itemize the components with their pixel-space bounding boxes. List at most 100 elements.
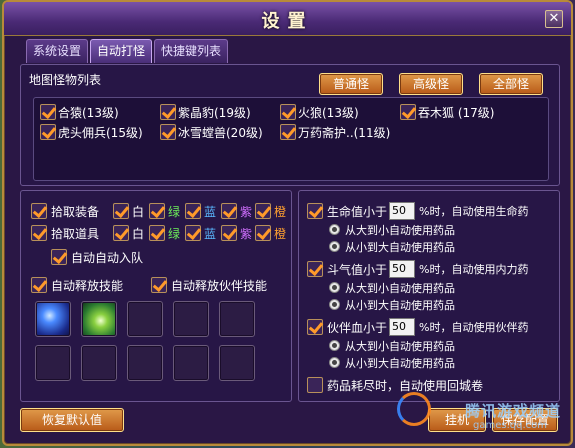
monster-checkbox[interactable] — [160, 104, 176, 120]
title-bar: 设置 ✕ — [4, 2, 571, 36]
close-button[interactable]: ✕ — [545, 10, 563, 28]
quality-green-label: 绿 — [168, 205, 181, 219]
watermark-url: games.qq.com — [473, 420, 547, 431]
skill-slot-nature-icon[interactable] — [81, 301, 117, 337]
partner-order-desc-label: 从大到小自动使用药品 — [345, 340, 455, 353]
return-city-label: 药品耗尽时，自动使用回城卷 — [327, 379, 484, 393]
hp-order-asc-label: 从小到大自动使用药品 — [345, 241, 455, 254]
monster-checkbox[interactable] — [400, 104, 416, 120]
equip-green-checkbox[interactable] — [149, 203, 165, 219]
pickup-item-checkbox[interactable] — [31, 225, 47, 241]
pickup-panel: 拾取装备 白 绿 蓝 紫 橙 拾取道具 白 绿 蓝 紫 橙 自动自动入队 自动释… — [20, 190, 292, 402]
item-orange-checkbox[interactable] — [255, 225, 271, 241]
skill-slot-empty[interactable] — [173, 301, 209, 337]
monster-checkbox[interactable] — [280, 104, 296, 120]
monster-checkbox[interactable] — [280, 124, 296, 140]
mp-order-asc-radio[interactable] — [329, 299, 340, 310]
partner-order-asc-label: 从小到大自动使用药品 — [345, 357, 455, 370]
pickup-equip-label: 拾取装备 — [51, 205, 100, 219]
equip-blue-checkbox[interactable] — [185, 203, 201, 219]
item-white-checkbox[interactable] — [113, 225, 129, 241]
partner-order-asc-radio[interactable] — [329, 357, 340, 368]
hp-order-desc-label: 从大到小自动使用药品 — [345, 224, 455, 237]
watermark-logo — [397, 392, 431, 426]
skill-slot-empty[interactable] — [219, 345, 255, 381]
monster-name: 冰雪螳兽(20级) — [178, 126, 263, 140]
skill-slot-empty[interactable] — [219, 301, 255, 337]
monster-checkbox[interactable] — [40, 104, 56, 120]
filter-advanced-button[interactable]: 高级怪 — [399, 73, 463, 95]
quality-white-label: 白 — [132, 227, 145, 241]
monster-checkbox[interactable] — [160, 124, 176, 140]
tab-auto-fight[interactable]: 自动打怪 — [90, 39, 153, 63]
hp-order-desc-radio[interactable] — [329, 224, 340, 235]
return-city-checkbox[interactable] — [307, 377, 323, 393]
monster-checkbox[interactable] — [40, 124, 56, 140]
window-title: 设置 — [261, 11, 314, 32]
skill-slot-ice-icon[interactable] — [35, 301, 71, 337]
equip-white-checkbox[interactable] — [113, 203, 129, 219]
pickup-item-label: 拾取道具 — [51, 227, 100, 241]
filter-normal-button[interactable]: 普通怪 — [319, 73, 383, 95]
filter-all-button[interactable]: 全部怪 — [479, 73, 543, 95]
monster-panel: 地图怪物列表 普通怪 高级怪 全部怪 合猿(13级) 紫晶豹(19级) 火狼(1… — [20, 64, 560, 186]
monster-name: 火狼(13级) — [298, 106, 359, 120]
monster-name: 合猿(13级) — [58, 106, 119, 120]
partner-threshold-suffix: %时，自动使用伙伴药 — [419, 321, 529, 334]
auto-partner-skill-label: 自动释放伙伴技能 — [171, 279, 268, 293]
skill-slot-empty[interactable] — [127, 301, 163, 337]
partner-threshold-input[interactable]: 50 — [389, 318, 415, 336]
item-purple-checkbox[interactable] — [221, 225, 237, 241]
auto-join-team-label: 自动自动入队 — [71, 251, 144, 265]
hp-potion-checkbox[interactable] — [307, 203, 323, 219]
quality-blue-label: 蓝 — [204, 205, 217, 219]
monster-name: 万药斋护..(11级) — [298, 126, 391, 140]
mp-order-desc-label: 从大到小自动使用药品 — [345, 282, 455, 295]
game-background: 设置 ✕ 系统设置 自动打怪 快捷键列表 地图怪物列表 普通怪 高级怪 全部怪 … — [0, 0, 575, 448]
partner-potion-checkbox[interactable] — [307, 319, 323, 335]
hp-threshold-label: 生命值小于 — [327, 205, 388, 219]
item-blue-checkbox[interactable] — [185, 225, 201, 241]
quality-orange-label: 橙 — [274, 205, 287, 219]
quality-green-label: 绿 — [168, 227, 181, 241]
quality-white-label: 白 — [132, 205, 145, 219]
quality-blue-label: 蓝 — [204, 227, 217, 241]
partner-threshold-label: 伙伴血小于 — [327, 321, 388, 335]
mp-potion-checkbox[interactable] — [307, 261, 323, 277]
auto-join-team-checkbox[interactable] — [51, 249, 67, 265]
hp-threshold-suffix: %时，自动使用生命药 — [419, 205, 529, 218]
mp-threshold-label: 斗气值小于 — [327, 263, 388, 277]
hp-threshold-input[interactable]: 50 — [389, 202, 415, 220]
auto-skill-checkbox[interactable] — [31, 277, 47, 293]
equip-orange-checkbox[interactable] — [255, 203, 271, 219]
tab-system-settings[interactable]: 系统设置 — [26, 39, 89, 63]
close-icon: ✕ — [548, 11, 560, 26]
quality-purple-label: 紫 — [240, 205, 253, 219]
skill-slot-empty[interactable] — [81, 345, 117, 381]
mp-order-desc-radio[interactable] — [329, 282, 340, 293]
monster-list-title: 地图怪物列表 — [29, 73, 102, 87]
skill-slot-empty[interactable] — [127, 345, 163, 381]
mp-threshold-input[interactable]: 50 — [389, 260, 415, 278]
auto-potion-panel: 生命值小于 50 %时，自动使用生命药 从大到小自动使用药品 从小到大自动使用药… — [298, 190, 560, 402]
partner-order-desc-radio[interactable] — [329, 340, 340, 351]
equip-purple-checkbox[interactable] — [221, 203, 237, 219]
quality-orange-label: 橙 — [274, 227, 287, 241]
skill-slot-empty[interactable] — [35, 345, 71, 381]
pickup-equip-checkbox[interactable] — [31, 203, 47, 219]
skill-slot-empty[interactable] — [173, 345, 209, 381]
monster-name: 虎头佣兵(15级) — [58, 126, 143, 140]
monster-list: 合猿(13级) 紫晶豹(19级) 火狼(13级) 吞木狐 (17级) 虎头佣兵(… — [33, 97, 549, 181]
monster-name: 吞木狐 (17级) — [418, 106, 495, 120]
tab-hotkey-list[interactable]: 快捷键列表 — [154, 39, 229, 63]
watermark-text: 腾讯游戏频道 — [464, 402, 561, 420]
auto-partner-skill-checkbox[interactable] — [151, 277, 167, 293]
monster-name: 紫晶豹(19级) — [178, 106, 251, 120]
auto-skill-label: 自动释放技能 — [51, 279, 124, 293]
quality-purple-label: 紫 — [240, 227, 253, 241]
mp-order-asc-label: 从小到大自动使用药品 — [345, 299, 455, 312]
tab-bar: 系统设置 自动打怪 快捷键列表 — [26, 39, 229, 63]
item-green-checkbox[interactable] — [149, 225, 165, 241]
hp-order-asc-radio[interactable] — [329, 241, 340, 252]
reset-defaults-button[interactable]: 恢复默认值 — [20, 408, 124, 432]
